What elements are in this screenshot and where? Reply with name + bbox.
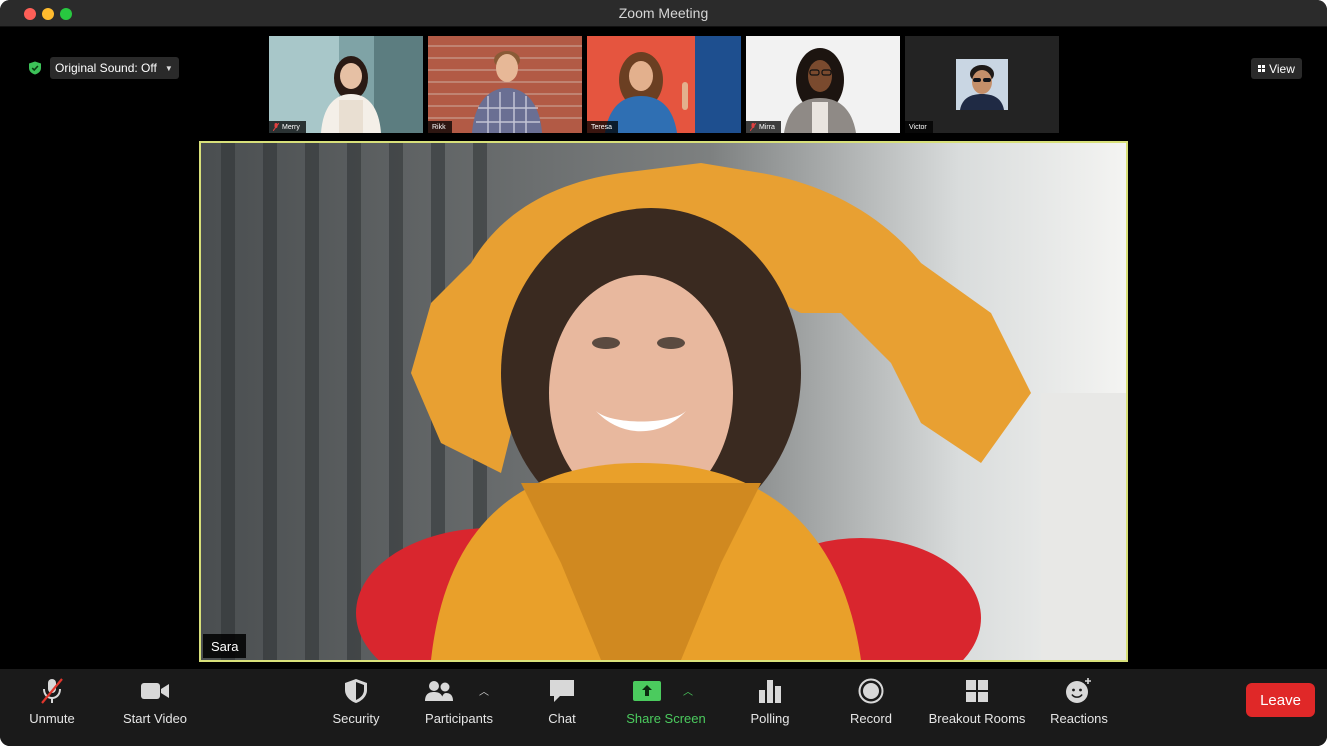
breakout-rooms-grid-icon (965, 677, 989, 705)
share-screen-label: Share Screen (626, 711, 706, 726)
share-screen-icon (632, 677, 662, 705)
muted-microphone-icon (39, 677, 65, 705)
record-icon (858, 677, 884, 705)
video-camera-icon (140, 677, 170, 705)
polling-label: Polling (750, 711, 790, 726)
zoom-window: Zoom Meeting Original Sound: Off ▼ View (0, 0, 1327, 746)
reactions-button[interactable]: Reactions (1050, 669, 1108, 746)
start-video-label: Start Video (122, 711, 188, 726)
start-video-button[interactable]: Start Video (120, 669, 190, 746)
breakout-rooms-button[interactable]: Breakout Rooms (929, 669, 1025, 746)
security-shield-icon (344, 677, 368, 705)
grid-view-icon (1258, 65, 1266, 72)
participant-name: Teresa (591, 123, 613, 131)
record-label: Record (850, 711, 892, 726)
participants-chevron-up-icon[interactable]: ︿ (479, 683, 489, 698)
participant-name-tag: Teresa (587, 121, 619, 133)
security-button[interactable]: Security (325, 669, 387, 746)
participant-video (269, 36, 423, 133)
muted-mic-icon (273, 123, 279, 131)
participant-name-tag: Mirra (746, 121, 781, 133)
window-title: Zoom Meeting (618, 5, 709, 21)
participant-video (746, 36, 900, 133)
participant-name-tag: Rikk (428, 121, 452, 133)
encryption-shield-icon (29, 61, 41, 75)
participant-video (587, 36, 741, 133)
smiley-plus-icon (1065, 677, 1093, 705)
participants-label: Participants (425, 711, 493, 726)
original-sound-label: Original Sound: Off (55, 61, 157, 75)
participants-icon (424, 677, 454, 705)
participant-tile-teresa[interactable]: Teresa (587, 36, 741, 133)
record-button[interactable]: Record (848, 669, 894, 746)
participant-tile-rikk[interactable]: Rikk (428, 36, 582, 133)
speaker-video-feed (201, 143, 1126, 660)
participant-avatar-tile (905, 36, 1059, 133)
polling-bar-chart-icon (758, 677, 782, 705)
participant-video (428, 36, 582, 133)
chat-bubble-icon (548, 677, 576, 705)
participant-tile-mirra[interactable]: Mirra (746, 36, 900, 133)
participant-thumbnail-strip: Merry Rikk Teresa Mirra Victor (269, 36, 1059, 133)
reactions-label: Reactions (1050, 711, 1108, 726)
participant-name-tag: Victor (905, 121, 933, 133)
participant-name: Merry (282, 123, 300, 131)
active-speaker-name-tag: Sara (203, 634, 247, 658)
original-sound-control: Original Sound: Off ▼ (28, 57, 179, 79)
meeting-toolbar: Unmute Start Video Security ︿ Participan… (0, 669, 1327, 746)
muted-mic-icon (750, 123, 756, 131)
leave-meeting-button[interactable]: Leave (1246, 683, 1315, 717)
participants-button[interactable]: ︿ Participants (420, 669, 498, 746)
unmute-button[interactable]: Unmute (20, 669, 84, 746)
chat-label: Chat (548, 711, 576, 726)
title-bar: Zoom Meeting (0, 0, 1327, 27)
view-label: View (1269, 61, 1295, 76)
participant-name: Mirra (759, 123, 775, 131)
original-sound-dropdown[interactable]: Original Sound: Off ▼ (50, 57, 179, 79)
breakout-rooms-label: Breakout Rooms (928, 711, 1026, 726)
view-button[interactable]: View (1251, 58, 1302, 79)
share-screen-button[interactable]: ︿ Share Screen (626, 669, 706, 746)
participant-tile-merry[interactable]: Merry (269, 36, 423, 133)
unmute-label: Unmute (29, 711, 75, 726)
polling-button[interactable]: Polling (746, 669, 794, 746)
active-speaker-video[interactable]: Sara (199, 141, 1128, 662)
chevron-down-icon: ▼ (164, 63, 173, 73)
avatar (956, 59, 1008, 110)
participant-tile-victor[interactable]: Victor (905, 36, 1059, 133)
participant-name-tag: Merry (269, 121, 306, 133)
security-label: Security (332, 711, 380, 726)
share-screen-chevron-up-icon[interactable]: ︿ (683, 683, 693, 698)
participant-name: Victor (909, 123, 927, 131)
participant-name: Rikk (432, 123, 446, 131)
chat-button[interactable]: Chat (540, 669, 584, 746)
